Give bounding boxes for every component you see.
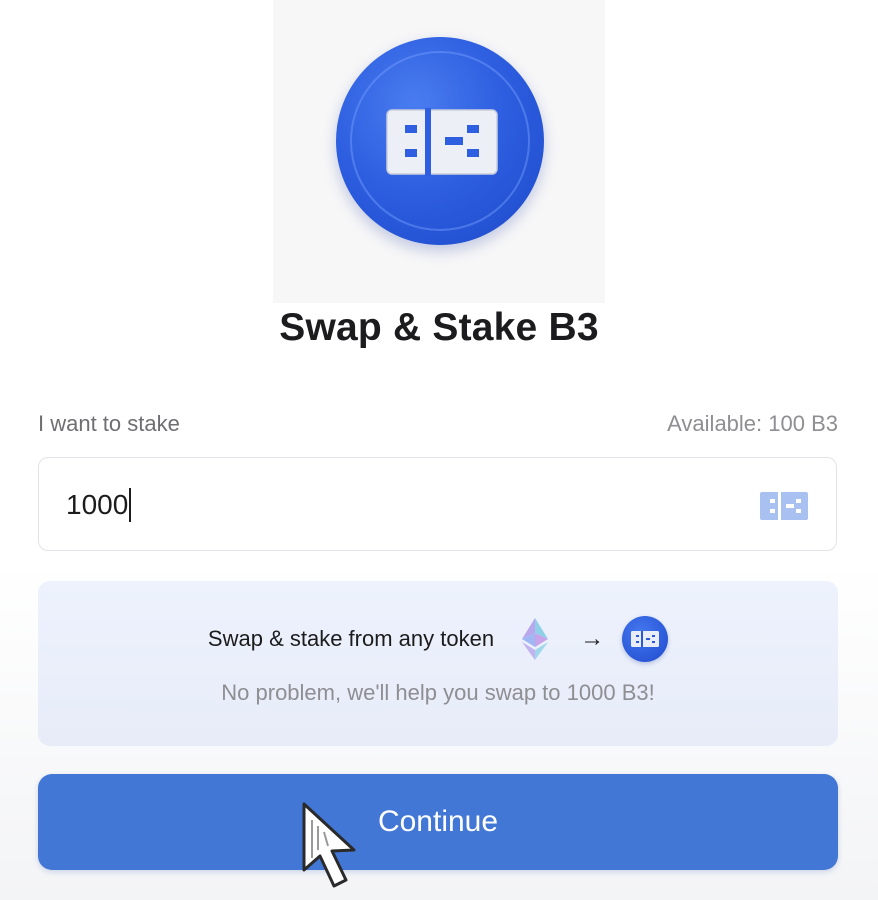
swap-subtitle: No problem, we'll help you swap to 1000 … <box>221 680 655 705</box>
stake-label-row: I want to stake Available: 100 B3 <box>38 411 838 437</box>
swap-info-card[interactable]: Swap & stake from any token → No problem… <box>38 581 838 746</box>
b3-token-icon <box>760 492 808 520</box>
stake-page: Swap & Stake B3 I want to stake Availabl… <box>0 0 878 900</box>
b3-logo-icon <box>386 108 498 176</box>
continue-button[interactable]: Continue <box>38 774 838 870</box>
stake-amount-input[interactable]: 1000 <box>66 485 132 525</box>
b3-mini-logo-icon <box>631 631 660 647</box>
available-balance: Available: 100 B3 <box>667 411 838 436</box>
b3-coin-icon <box>622 616 669 662</box>
text-caret <box>129 488 132 522</box>
swap-row: Swap & stake from any token → <box>38 614 838 664</box>
arrow-right-icon: → <box>580 625 605 652</box>
stake-label: I want to stake <box>38 411 180 436</box>
stake-amount-field[interactable]: 1000 <box>38 457 837 551</box>
ethereum-icon <box>522 618 549 660</box>
mouse-pointer-icon <box>302 802 356 888</box>
swap-text: Swap & stake from any token <box>207 626 495 651</box>
b3-coin-logo <box>336 37 544 245</box>
stake-amount-value: 1000 <box>66 489 129 520</box>
page-title: Swap & Stake B3 <box>279 306 599 349</box>
